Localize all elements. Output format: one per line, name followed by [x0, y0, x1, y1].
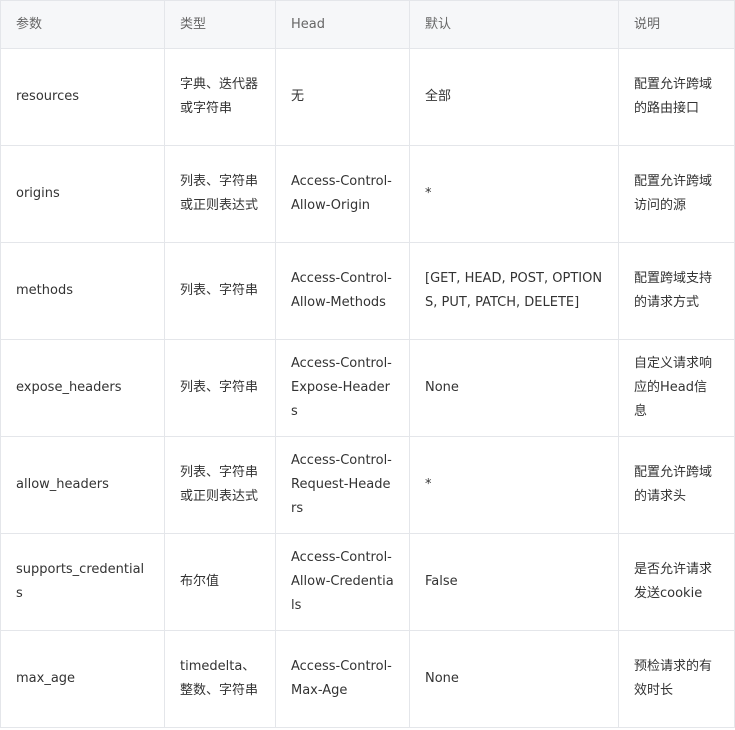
cell-param: origins: [0, 145, 165, 243]
header-description: 说明: [618, 0, 735, 49]
cell-default: [GET, HEAD, POST, OPTIONS, PUT, PATCH, D…: [409, 242, 619, 340]
cell-param: resources: [0, 48, 165, 146]
table-row: max_age timedelta、整数、字符串 Access-Control-…: [0, 630, 735, 728]
cell-param: expose_headers: [0, 339, 165, 437]
table-row: methods 列表、字符串 Access-Control-Allow-Meth…: [0, 242, 735, 340]
cell-param: supports_credentials: [0, 533, 165, 631]
cell-default: *: [409, 436, 619, 534]
header-type: 类型: [164, 0, 276, 49]
cell-description: 自定义请求响应的Head信息: [618, 339, 735, 437]
table-header: 参数 类型 Head 默认 说明: [0, 0, 735, 49]
table-row: expose_headers 列表、字符串 Access-Control-Exp…: [0, 339, 735, 437]
cell-default: None: [409, 630, 619, 728]
cell-description: 预检请求的有效时长: [618, 630, 735, 728]
cell-type: 布尔值: [164, 533, 276, 631]
cell-type: 列表、字符串或正则表达式: [164, 436, 276, 534]
cell-head: Access-Control-Request-Headers: [275, 436, 410, 534]
cell-default: 全部: [409, 48, 619, 146]
header-default: 默认: [409, 0, 619, 49]
cell-head: Access-Control-Max-Age: [275, 630, 410, 728]
cors-options-table: 参数 类型 Head 默认 说明 resources 字典、迭代器或字符串 无 …: [0, 0, 735, 728]
cell-param: methods: [0, 242, 165, 340]
table-row: supports_credentials 布尔值 Access-Control-…: [0, 533, 735, 631]
table-row: origins 列表、字符串或正则表达式 Access-Control-Allo…: [0, 145, 735, 243]
header-param: 参数: [0, 0, 165, 49]
cell-type: timedelta、整数、字符串: [164, 630, 276, 728]
cell-default: *: [409, 145, 619, 243]
cell-type: 列表、字符串或正则表达式: [164, 145, 276, 243]
cell-head: Access-Control-Allow-Origin: [275, 145, 410, 243]
cell-head: 无: [275, 48, 410, 146]
cell-head: Access-Control-Expose-Headers: [275, 339, 410, 437]
cell-default: None: [409, 339, 619, 437]
cell-param: max_age: [0, 630, 165, 728]
cell-head: Access-Control-Allow-Methods: [275, 242, 410, 340]
cell-description: 配置允许跨域的请求头: [618, 436, 735, 534]
table-row: resources 字典、迭代器或字符串 无 全部 配置允许跨域的路由接口: [0, 48, 735, 146]
table-body: resources 字典、迭代器或字符串 无 全部 配置允许跨域的路由接口 or…: [0, 48, 735, 728]
cell-param: allow_headers: [0, 436, 165, 534]
cell-type: 列表、字符串: [164, 339, 276, 437]
cell-description: 配置允许跨域访问的源: [618, 145, 735, 243]
cell-default: False: [409, 533, 619, 631]
cell-head: Access-Control-Allow-Credentials: [275, 533, 410, 631]
table-row: allow_headers 列表、字符串或正则表达式 Access-Contro…: [0, 436, 735, 534]
cell-description: 配置允许跨域的路由接口: [618, 48, 735, 146]
cell-description: 配置跨域支持的请求方式: [618, 242, 735, 340]
header-head: Head: [275, 0, 410, 49]
cell-type: 字典、迭代器或字符串: [164, 48, 276, 146]
cell-description: 是否允许请求发送cookie: [618, 533, 735, 631]
header-row: 参数 类型 Head 默认 说明: [0, 0, 735, 49]
cell-type: 列表、字符串: [164, 242, 276, 340]
